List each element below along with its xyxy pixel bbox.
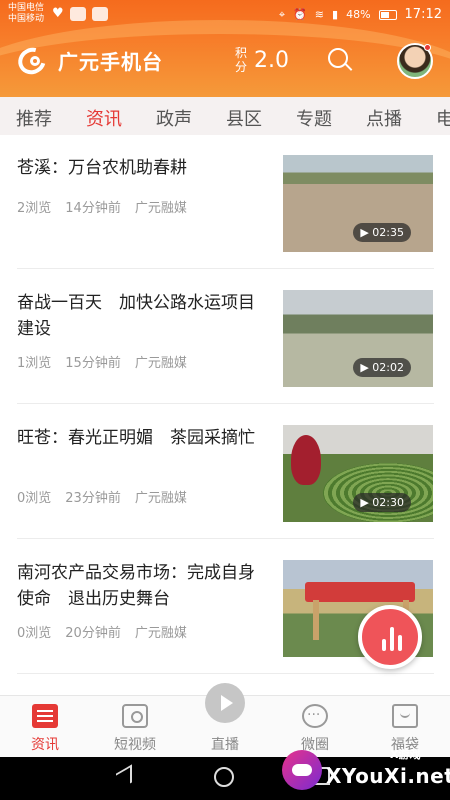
news-icon xyxy=(32,704,58,728)
app-header: 广元手机台 积分 2.0 xyxy=(0,30,450,96)
view-count: 0浏览 xyxy=(17,626,52,641)
clock: 17:12 xyxy=(404,7,442,22)
video-thumbnail[interactable]: ▶ 02:30 xyxy=(283,425,433,522)
video-duration: ▶ 02:30 xyxy=(353,493,411,512)
heart-icon: ♥ xyxy=(52,6,64,21)
search-icon[interactable] xyxy=(328,48,354,74)
news-meta: 2浏览 14分钟前 广元融媒 xyxy=(17,197,187,216)
nav-label: 直播 xyxy=(211,737,239,753)
tab-more[interactable]: 电 xyxy=(436,105,450,131)
news-notification-icon xyxy=(91,7,108,21)
view-count: 1浏览 xyxy=(17,356,52,371)
watermark: X游戏 XYouXi.net xyxy=(280,740,450,800)
alarm-icon: ⏰ xyxy=(293,8,307,21)
home-icon[interactable] xyxy=(214,767,234,787)
tab-on-demand[interactable]: 点播 xyxy=(366,105,402,131)
system-status: ⌖ ⏰ ≋ ▮ 48% 17:12 xyxy=(279,7,442,22)
signal-icon: ▮ xyxy=(332,8,339,21)
view-count: 2浏览 xyxy=(17,201,52,216)
news-title: 奋战一百天 加快公路水运项目建设 xyxy=(17,293,255,339)
app-name: 广元手机台 xyxy=(58,49,163,74)
video-duration: ▶ 02:35 xyxy=(353,223,411,242)
view-count: 0浏览 xyxy=(17,491,52,506)
location-icon: ⌖ xyxy=(278,7,286,21)
tree-decoration xyxy=(291,435,321,485)
score-value: 2.0 xyxy=(254,47,289,73)
play-icon[interactable] xyxy=(205,683,245,723)
score-label: 积分 xyxy=(234,46,247,74)
market-gate-decoration xyxy=(305,582,415,602)
news-meta: 0浏览 23分钟前 广元融媒 xyxy=(17,487,187,506)
news-title: 苍溪：万台农机助春耕 xyxy=(17,158,187,178)
score-display[interactable]: 积分 2.0 xyxy=(234,46,289,74)
carrier-1: 中国电信 xyxy=(8,3,45,13)
battery-percent: 48% xyxy=(346,8,371,21)
news-source: 广元融媒 xyxy=(134,491,187,506)
news-source: 广元融媒 xyxy=(134,201,187,216)
news-meta: 0浏览 20分钟前 广元融媒 xyxy=(17,622,187,641)
carrier-2: 中国移动 xyxy=(8,14,45,24)
top-banner: 中国电信 中国移动 ♥ ⌖ ⏰ ≋ ▮ 48% 17:12 广元手机台 积分 2… xyxy=(0,0,450,97)
bag-icon xyxy=(392,704,418,728)
wifi-icon: ≋ xyxy=(314,8,325,21)
tab-topics[interactable]: 专题 xyxy=(296,105,332,131)
camera-icon xyxy=(122,704,148,728)
publish-time: 14分钟前 xyxy=(65,201,121,216)
battery-icon xyxy=(378,9,397,20)
status-bar: 中国电信 中国移动 ♥ ⌖ ⏰ ≋ ▮ 48% 17:12 xyxy=(0,0,450,30)
nav-short-video[interactable]: 短视频 xyxy=(90,696,180,758)
audio-float-button[interactable] xyxy=(358,605,422,669)
carrier-names: 中国电信 中国移动 xyxy=(8,3,44,25)
list-item[interactable]: 苍溪：万台农机助春耕 2浏览 14分钟前 广元融媒 ▶ 02:35 xyxy=(17,135,434,269)
notification-dot xyxy=(424,44,431,51)
video-thumbnail[interactable]: ▶ 02:35 xyxy=(283,155,433,252)
watermark-main-text: XYouXi.net xyxy=(326,764,450,788)
publish-time: 23分钟前 xyxy=(65,491,121,506)
chat-icon xyxy=(302,704,328,728)
list-item[interactable]: 旺苍：春光正明媚 茶园采摘忙 0浏览 23分钟前 广元融媒 ▶ 02:30 xyxy=(17,405,434,539)
tab-news[interactable]: 资讯 xyxy=(86,105,122,131)
gate-post xyxy=(313,600,319,640)
list-item[interactable]: 奋战一百天 加快公路水运项目建设 1浏览 15分钟前 广元融媒 ▶ 02:02 xyxy=(17,270,434,404)
audio-bars-icon xyxy=(380,625,404,651)
publish-time: 15分钟前 xyxy=(65,356,121,371)
news-title: 南河农产品交易市场：完成自身使命 退出历史舞台 xyxy=(17,563,255,609)
news-source: 广元融媒 xyxy=(134,356,187,371)
news-source: 广元融媒 xyxy=(134,626,187,641)
video-thumbnail[interactable]: ▶ 02:02 xyxy=(283,290,433,387)
nav-news[interactable]: 资讯 xyxy=(0,696,90,758)
logo-mark-icon xyxy=(13,42,54,80)
publish-time: 20分钟前 xyxy=(65,626,121,641)
nav-label: 短视频 xyxy=(114,737,156,753)
app-logo: 广元手机台 xyxy=(13,42,163,80)
category-tabs: 推荐 资讯 政声 县区 专题 点播 电 xyxy=(0,97,450,135)
notification-icons: ♥ xyxy=(52,7,108,21)
watermark-top-text: X游戏 xyxy=(390,748,421,761)
news-title: 旺苍：春光正明媚 茶园采摘忙 xyxy=(17,428,255,448)
tab-counties[interactable]: 县区 xyxy=(226,105,262,131)
news-meta: 1浏览 15分钟前 广元融媒 xyxy=(17,352,187,371)
video-duration: ▶ 02:02 xyxy=(353,358,411,377)
app-notification-icon xyxy=(69,7,86,21)
watermark-logo-icon xyxy=(282,750,322,790)
tab-recommend[interactable]: 推荐 xyxy=(16,105,52,131)
tab-politics[interactable]: 政声 xyxy=(156,105,192,131)
nav-label: 资讯 xyxy=(31,737,59,753)
